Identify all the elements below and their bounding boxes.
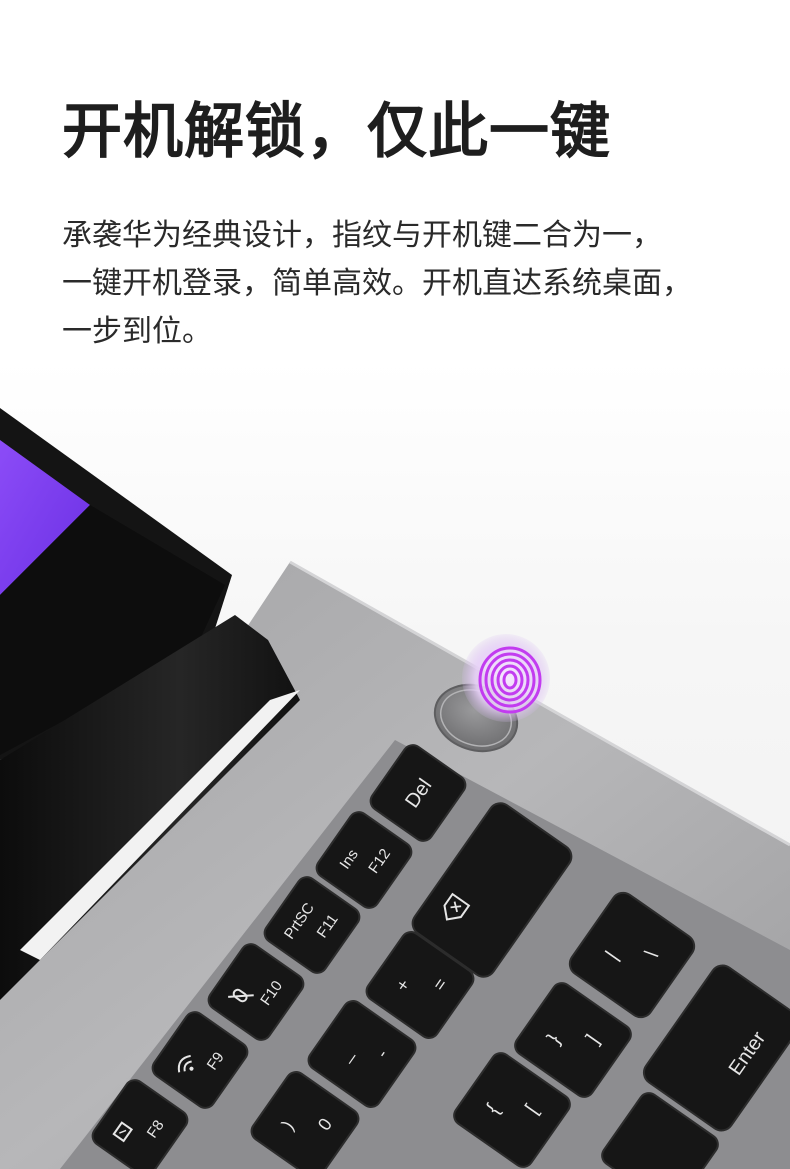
laptop-photo: Del Ins F12 PrtSC F11 F10 F9 F8 + = _ - … bbox=[0, 360, 790, 1169]
description-line-2: 一键开机登录，简单高效。开机直达系统桌面， bbox=[62, 266, 692, 301]
description: 承袭华为经典设计，指纹与开机键二合为一， 一键开机登录，简单高效。开机直达系统桌… bbox=[62, 212, 752, 356]
description-line-1: 承袭华为经典设计，指纹与开机键二合为一， bbox=[62, 218, 662, 253]
headline: 开机解锁，仅此一键 bbox=[62, 97, 611, 167]
fingerprint-icon bbox=[462, 634, 550, 722]
description-line-3: 一步到位。 bbox=[62, 314, 212, 349]
